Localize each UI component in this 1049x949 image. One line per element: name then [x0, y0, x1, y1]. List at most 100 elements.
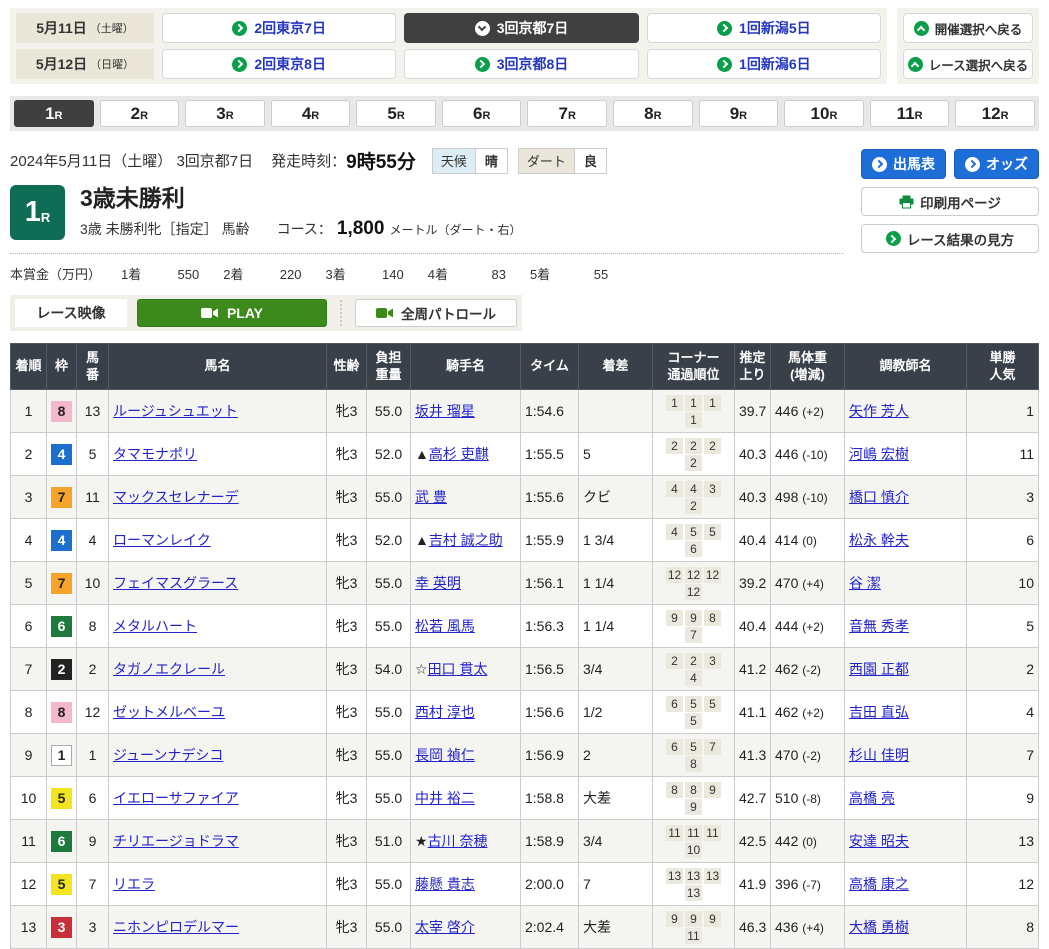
- jockey-cell: ★古川 奈穂: [411, 820, 521, 863]
- meeting-button-niigata5[interactable]: 1回新潟5日: [647, 13, 881, 43]
- race-tab-suffix: R: [568, 110, 576, 122]
- horse-name-link[interactable]: タガノエクレール: [113, 661, 225, 677]
- trainer-name-link[interactable]: 矢作 芳人: [849, 403, 909, 419]
- horse-name-link[interactable]: リエラ: [113, 876, 155, 892]
- printer-icon: [899, 195, 914, 209]
- jockey-name-link[interactable]: 高杉 吏麒: [429, 446, 489, 462]
- race-tab-number: 4: [302, 104, 311, 124]
- trainer-cell: 音無 秀孝: [845, 605, 967, 648]
- jockey-name-link[interactable]: 武 豊: [415, 489, 447, 505]
- prize-money-line: 本賞金（万円） 1着 550 2着 220 3着 140: [10, 253, 844, 283]
- trainer-name-link[interactable]: 安達 昭夫: [849, 833, 909, 849]
- trainer-name-link[interactable]: 河嶋 宏樹: [849, 446, 909, 462]
- horse-number-cell: 13: [77, 390, 109, 433]
- chevron-up-circle-icon: [908, 57, 923, 72]
- horse-name-link[interactable]: タマモナポリ: [113, 446, 197, 462]
- horse-name-link[interactable]: メタルハート: [113, 618, 197, 634]
- meeting-button-tokyo8[interactable]: 2回東京8日: [162, 49, 396, 79]
- finish-position-cell: 5: [11, 562, 47, 605]
- corner-position: 13: [666, 868, 683, 884]
- jockey-cell: 太宰 啓介: [411, 906, 521, 949]
- meeting-button-kyoto7-selected[interactable]: 3回京都7日: [404, 13, 638, 43]
- trainer-name-link[interactable]: 吉田 直弘: [849, 704, 909, 720]
- horse-name-cell: イエローサファイア: [109, 777, 327, 820]
- horse-weight-diff: (+2): [802, 405, 824, 419]
- jockey-name-link[interactable]: 田口 貫太: [428, 661, 488, 677]
- jockey-name-link[interactable]: 太宰 啓介: [415, 919, 475, 935]
- horse-name-link[interactable]: ルージュシュエット: [113, 403, 238, 419]
- results-guide-button[interactable]: レース結果の見方: [861, 224, 1039, 253]
- horse-number-cell: 11: [77, 476, 109, 519]
- trainer-name-link[interactable]: 音無 秀孝: [849, 618, 909, 634]
- race-tab[interactable]: 7 R: [527, 100, 607, 127]
- corner-position: 11: [704, 825, 721, 841]
- jockey-name-link[interactable]: 古川 奈穂: [428, 833, 488, 849]
- race-tab[interactable]: 10 R: [784, 100, 864, 127]
- race-tab[interactable]: 8 R: [613, 100, 693, 127]
- trainer-name-link[interactable]: 高橋 亮: [849, 790, 895, 806]
- jockey-name-link[interactable]: 吉村 誠之助: [429, 532, 503, 548]
- jockey-name-link[interactable]: 西村 淳也: [415, 704, 475, 720]
- horse-name-link[interactable]: マックスセレナーデ: [113, 489, 239, 505]
- race-tab-number: 9: [730, 104, 739, 124]
- trainer-name-link[interactable]: 松永 幹夫: [849, 532, 909, 548]
- race-tab-number: 3: [216, 104, 225, 124]
- meeting-button-niigata6[interactable]: 1回新潟6日: [647, 49, 881, 79]
- time-cell: 1:56.5: [521, 648, 579, 691]
- horse-number-cell: 7: [77, 863, 109, 906]
- race-tab[interactable]: 9 R: [699, 100, 779, 127]
- horse-name-link[interactable]: チリエージョドラマ: [113, 833, 239, 849]
- horse-weight-value: 446: [775, 446, 798, 462]
- horse-name-link[interactable]: ジューンナデシコ: [113, 747, 223, 763]
- trainer-name-link[interactable]: 谷 潔: [849, 575, 881, 591]
- jockey-cell: 幸 英明: [411, 562, 521, 605]
- race-tab[interactable]: 2 R: [100, 100, 180, 127]
- corner-positions-cell: 1111: [653, 390, 735, 433]
- entries-button[interactable]: 出馬表: [861, 149, 946, 179]
- horse-name-link[interactable]: ニホンピロデルマー: [113, 919, 239, 935]
- meeting-button-tokyo7[interactable]: 2回東京7日: [162, 13, 396, 43]
- race-tab[interactable]: 5 R: [356, 100, 436, 127]
- jockey-name-link[interactable]: 坂井 瑠星: [415, 403, 475, 419]
- race-tab[interactable]: 12 R: [955, 100, 1035, 127]
- result-row: 7 2 2 タガノエクレール 牝3 54.0 ☆田口 貫太 1:56.5 3/4…: [11, 648, 1039, 691]
- horse-name-cell: リエラ: [109, 863, 327, 906]
- apprentice-mark: ★: [415, 833, 428, 849]
- print-page-button[interactable]: 印刷用ページ: [861, 187, 1039, 216]
- play-button[interactable]: PLAY: [137, 299, 327, 327]
- jockey-name-link[interactable]: 長岡 禎仁: [415, 747, 475, 763]
- race-tab[interactable]: 4 R: [271, 100, 351, 127]
- trainer-cell: 河嶋 宏樹: [845, 433, 967, 476]
- race-date-text: 2024年5月11日（土曜） 3回京都7日: [10, 150, 253, 171]
- race-tab[interactable]: 3 R: [185, 100, 265, 127]
- margin-cell: クビ: [579, 476, 653, 519]
- odds-button[interactable]: オッズ: [954, 149, 1039, 179]
- horse-name-link[interactable]: フェイマスグラース: [113, 575, 238, 591]
- jockey-name-link[interactable]: 藤懸 貴志: [415, 876, 475, 892]
- horse-name-link[interactable]: イエローサファイア: [113, 790, 239, 806]
- race-tab[interactable]: 6 R: [442, 100, 522, 127]
- win-favorite-cell: 2: [967, 648, 1039, 691]
- patrol-video-button[interactable]: 全周パトロール: [355, 299, 517, 327]
- corner-position: 7: [685, 627, 702, 643]
- meeting-button-kyoto8[interactable]: 3回京都8日: [404, 49, 638, 79]
- result-row: 12 5 7 リエラ 牝3 55.0 藤懸 貴志 2:00.0 7 131313…: [11, 863, 1039, 906]
- race-tab[interactable]: 1 R: [14, 100, 94, 127]
- trainer-name-link[interactable]: 杉山 佳明: [849, 747, 909, 763]
- horse-name-link[interactable]: ローマンレイク: [113, 532, 211, 548]
- jockey-name-link[interactable]: 中井 裕二: [415, 790, 475, 806]
- trainer-name-link[interactable]: 橋口 慎介: [849, 489, 909, 505]
- jockey-name-link[interactable]: 松若 風馬: [415, 618, 475, 634]
- back-to-race-select-button[interactable]: レース選択へ戻る: [903, 49, 1033, 79]
- sex-age-cell: 牝3: [327, 605, 367, 648]
- back-to-meeting-select-button[interactable]: 開催選択へ戻る: [903, 13, 1033, 43]
- trainer-name-link[interactable]: 高橋 康之: [849, 876, 909, 892]
- jockey-name-link[interactable]: 幸 英明: [415, 575, 461, 591]
- margin-cell: 大差: [579, 777, 653, 820]
- win-favorite-cell: 1: [967, 390, 1039, 433]
- horse-name-link[interactable]: ゼットメルベーユ: [113, 704, 225, 720]
- win-favorite-cell: 6: [967, 519, 1039, 562]
- trainer-name-link[interactable]: 大橋 勇樹: [849, 919, 909, 935]
- race-tab[interactable]: 11 R: [870, 100, 950, 127]
- trainer-name-link[interactable]: 西園 正都: [849, 661, 909, 677]
